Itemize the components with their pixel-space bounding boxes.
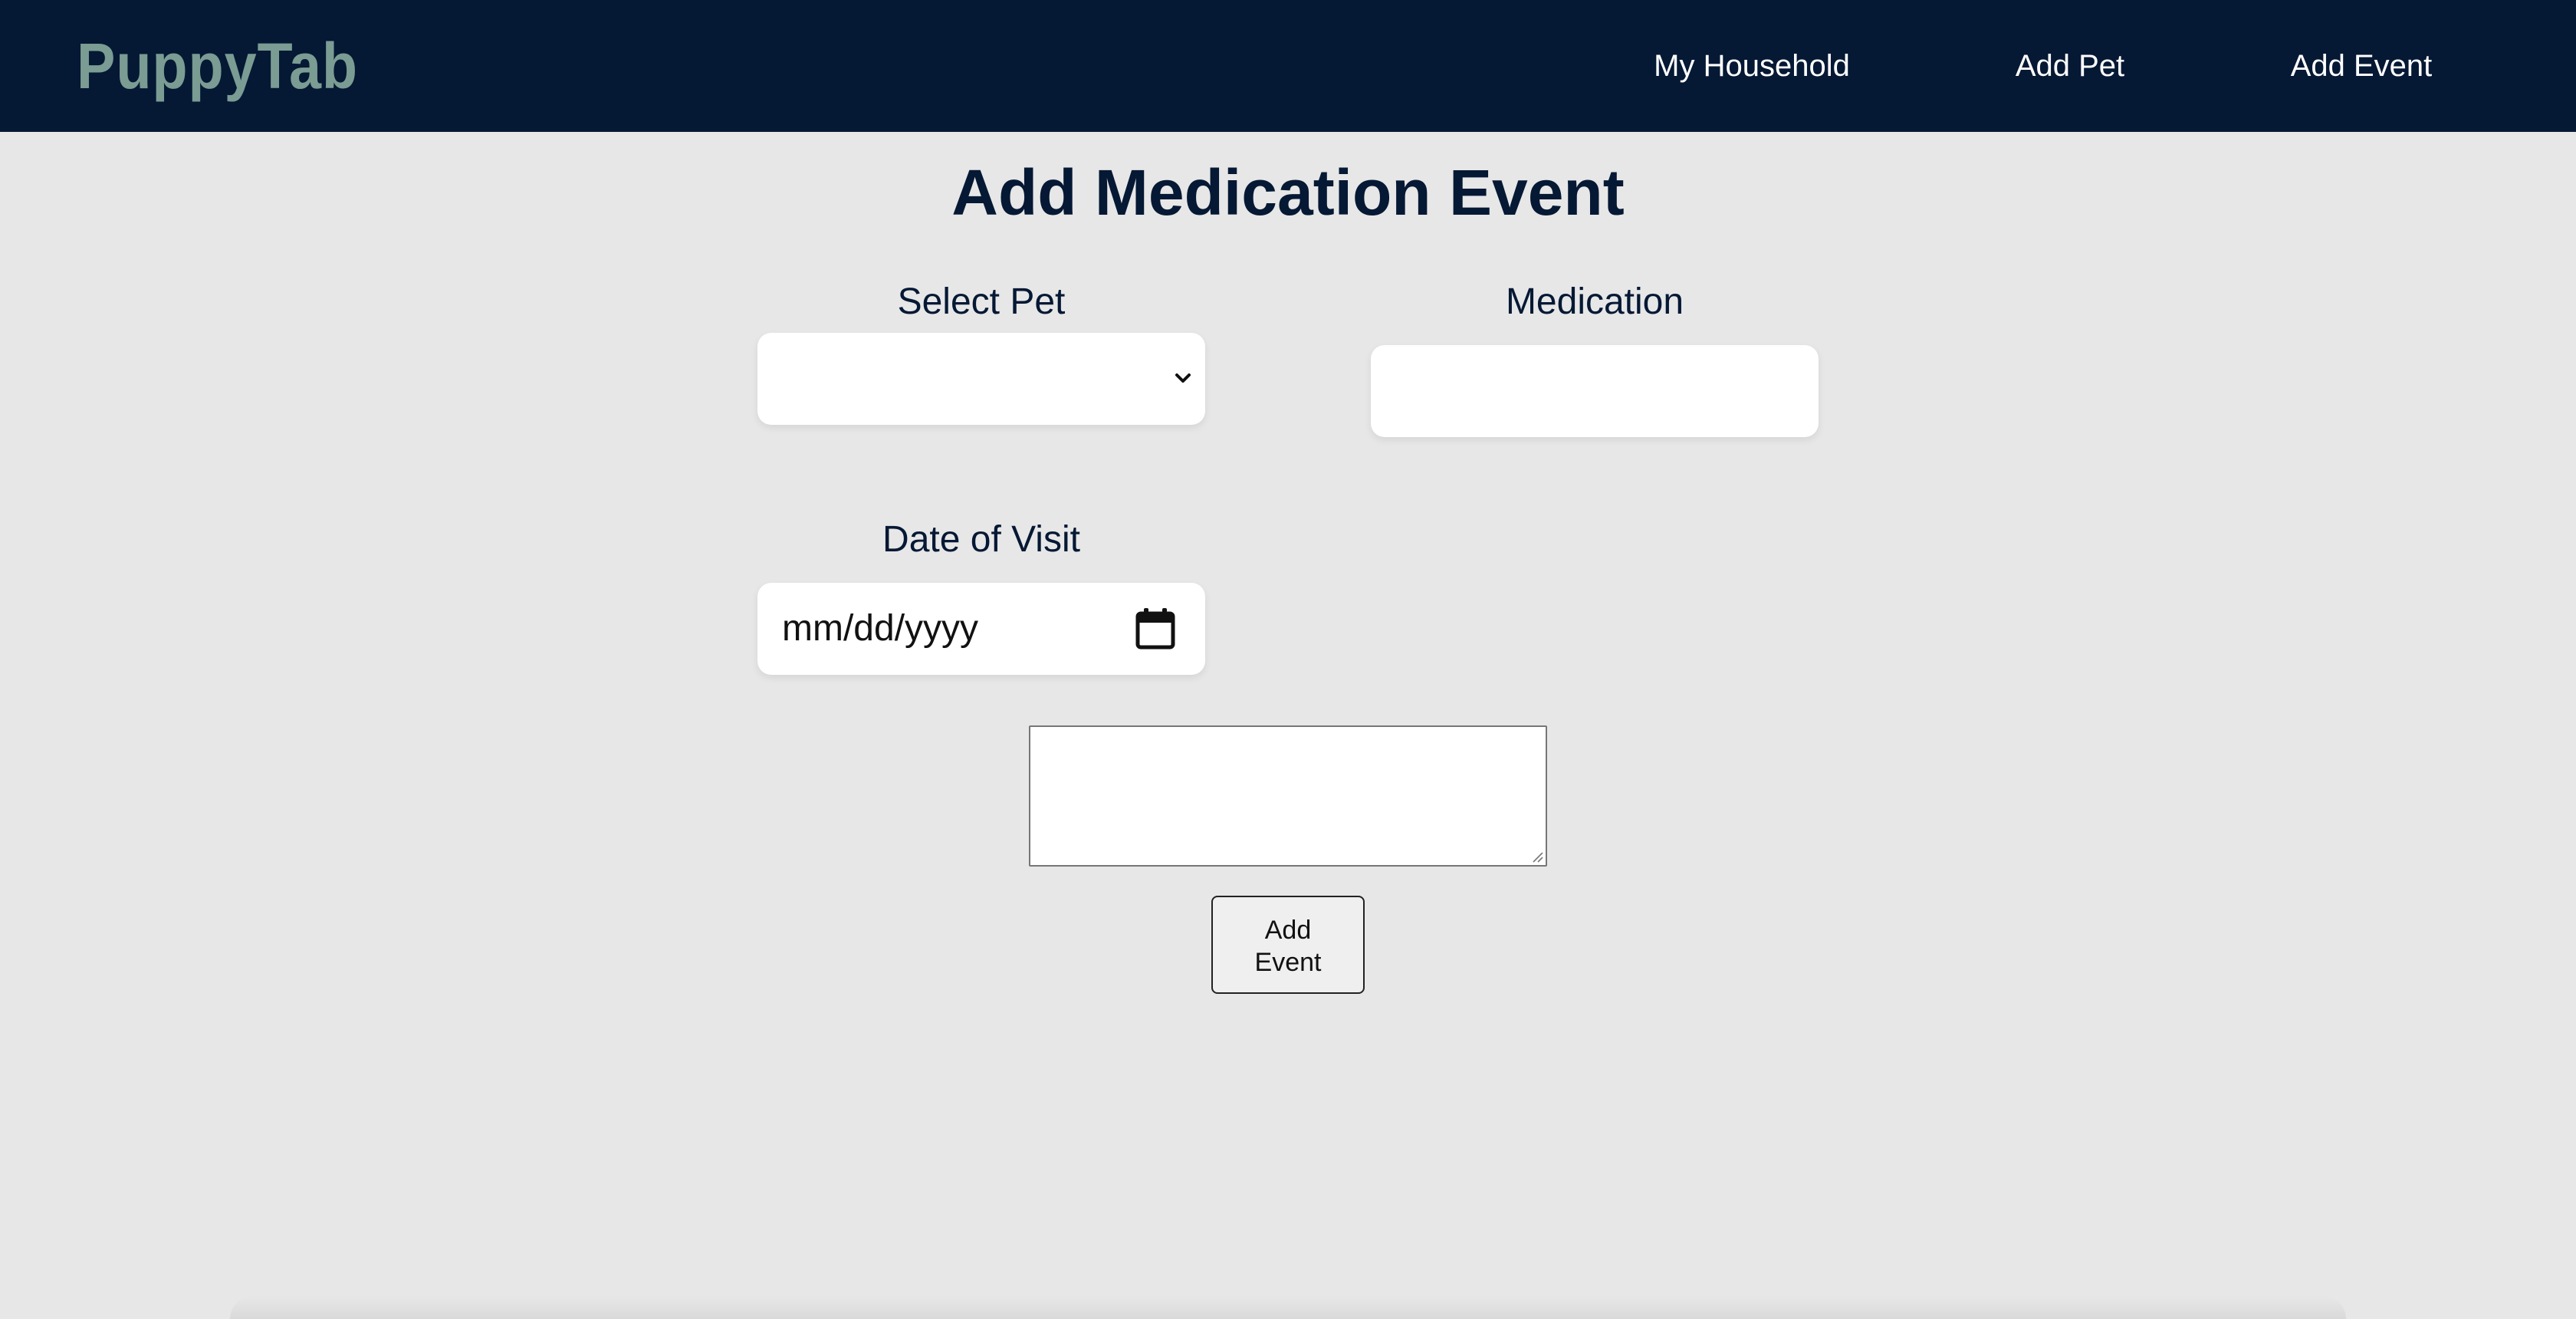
calendar-icon[interactable] — [1135, 607, 1176, 650]
nav-add-event[interactable]: Add Event — [2269, 43, 2453, 89]
resize-grip-icon[interactable] — [1530, 850, 1544, 863]
notes-textarea[interactable] — [1029, 725, 1547, 867]
date-of-visit-label: Date of Visit — [882, 519, 1080, 560]
add-event-button-line2: Event — [1254, 948, 1322, 977]
date-of-visit-input[interactable]: mm/dd/yyyy — [757, 583, 1205, 675]
add-event-button-line1: Add — [1264, 916, 1312, 945]
date-placeholder: mm/dd/yyyy — [782, 608, 979, 649]
footer-shadow — [230, 1296, 2346, 1319]
nav-add-pet[interactable]: Add Pet — [1993, 43, 2147, 89]
select-pet-dropdown[interactable] — [757, 333, 1205, 425]
page-title: Add Medication Event — [951, 156, 1625, 229]
chevron-down-icon — [1175, 373, 1191, 383]
brand-logo[interactable]: PuppyTab — [77, 28, 358, 104]
top-navbar: PuppyTab My Household Add Pet Add Event — [0, 0, 2576, 132]
medication-input[interactable] — [1371, 345, 1819, 437]
nav-my-household[interactable]: My Household — [1610, 43, 1894, 89]
medication-label: Medication — [1505, 281, 1684, 322]
select-pet-label: Select Pet — [897, 281, 1066, 322]
add-event-button[interactable]: Add Event — [1211, 896, 1365, 994]
